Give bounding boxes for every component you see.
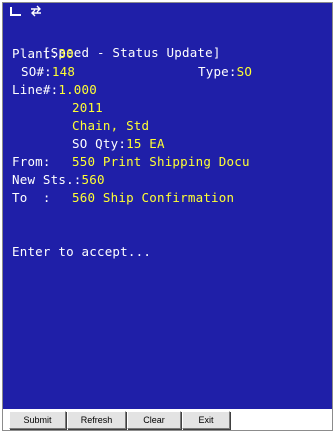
from-value: 550 Print Shipping Docu <box>72 154 250 169</box>
plant-row: Plant:30 <box>12 45 74 62</box>
new-sts-row: New Sts.:560 <box>12 171 105 188</box>
home-icon[interactable] <box>9 5 23 17</box>
new-sts-value[interactable]: 560 <box>82 172 105 187</box>
to-value-row: 560 Ship Confirmation <box>72 189 234 206</box>
so-qty-row: SO Qty:15 EA <box>72 135 165 152</box>
item-description-row: Chain, Std <box>72 117 149 134</box>
plant-label: Plant: <box>12 46 59 61</box>
so-value: 148 <box>51 64 76 79</box>
new-sts-label: New Sts.: <box>12 172 82 187</box>
switch-arrows-icon[interactable] <box>29 5 43 17</box>
from-value-row: 550 Print Shipping Docu <box>72 153 250 170</box>
refresh-button[interactable]: Refresh <box>67 411 126 429</box>
screen-heading: [Speed - Status Update] <box>12 27 221 60</box>
line-row: Line#:1.000 <box>12 81 97 98</box>
exit-button[interactable]: Exit <box>182 411 230 429</box>
submit-button[interactable]: Submit <box>9 411 66 429</box>
item-description: Chain, Std <box>72 118 150 133</box>
clear-button[interactable]: Clear <box>127 411 181 429</box>
item-number: 2011 <box>72 100 103 115</box>
type-label: Type: <box>198 64 237 79</box>
so-row: SO#:148 <box>21 63 75 80</box>
to-value: 560 Ship Confirmation <box>72 190 235 205</box>
button-bar: Submit Refresh Clear Exit <box>3 410 332 430</box>
to-label: To : <box>12 190 51 205</box>
from-label-row: From: <box>12 153 51 170</box>
plant-value: 30 <box>58 46 74 61</box>
to-label-row: To : <box>12 189 51 206</box>
line-value: 1.000 <box>58 82 97 97</box>
terminal-screen: [Speed - Status Update] Plant:30 SO#:148… <box>3 21 332 409</box>
item-number-row: 2011 <box>72 99 103 116</box>
so-label: SO#: <box>21 64 52 79</box>
type-value: SO <box>236 64 253 79</box>
line-label: Line#: <box>12 82 59 97</box>
title-bar <box>3 3 332 21</box>
type-row: Type:SO <box>198 63 252 80</box>
prompt-row: Enter to accept... <box>12 243 151 260</box>
so-qty-label: SO Qty: <box>72 136 127 151</box>
accept-prompt: Enter to accept... <box>12 244 152 259</box>
from-label: From: <box>12 154 51 169</box>
so-qty-value: 15 EA <box>126 136 165 151</box>
